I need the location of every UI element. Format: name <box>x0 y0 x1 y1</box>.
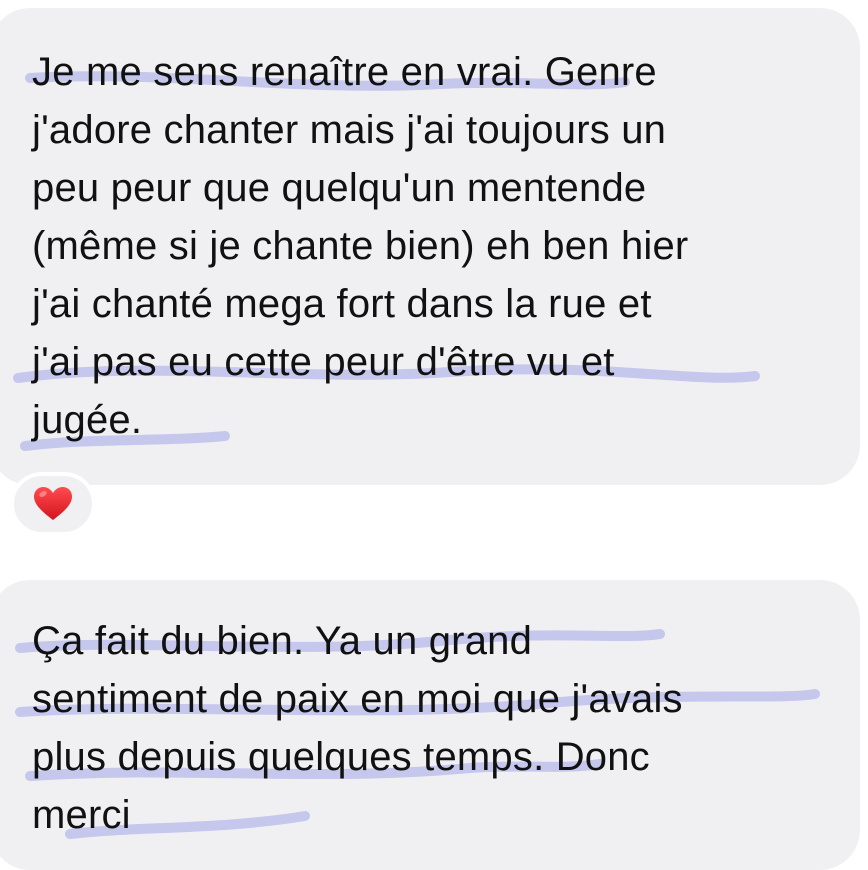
message-thread: Je me sens renaître en vrai. Genre j'ado… <box>0 0 868 870</box>
message-line: merci <box>32 793 131 837</box>
message-line: j'ai pas eu cette peur d'être vu et <box>32 340 615 384</box>
message-line: j'adore chanter mais j'ai toujours un <box>32 108 667 152</box>
message-line: peu peur que quelqu'un mentende <box>32 166 647 210</box>
message-bubble[interactable]: Ça fait du bien. Ya un grand sentiment d… <box>0 580 860 870</box>
message-line: (même si je chante bien) eh ben hier <box>32 224 689 268</box>
message-bubble[interactable]: Je me sens renaître en vrai. Genre j'ado… <box>0 8 860 485</box>
heart-icon <box>34 487 72 520</box>
message-line: Je me sens renaître en vrai. Genre <box>32 50 657 94</box>
message-line: plus depuis quelques temps. Donc <box>32 735 650 779</box>
message-line: sentiment de paix en moi que j'avais <box>32 677 683 721</box>
message-line: jugée. <box>32 398 143 442</box>
message-line: Ça fait du bien. Ya un grand <box>32 619 533 663</box>
reaction-badge[interactable] <box>10 472 96 536</box>
message-line: j'ai chanté mega fort dans la rue et <box>32 282 652 326</box>
